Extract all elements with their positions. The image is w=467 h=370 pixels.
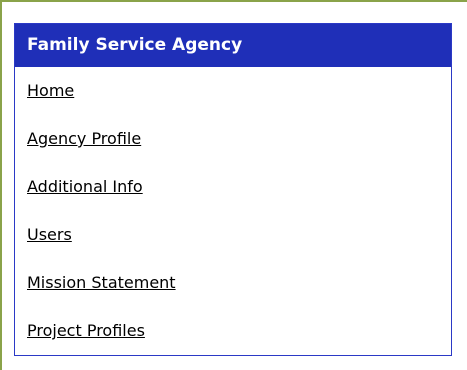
nav-link-additional-info[interactable]: Additional Info <box>27 177 143 196</box>
nav-link-mission-statement[interactable]: Mission Statement <box>27 273 176 292</box>
nav-link-home[interactable]: Home <box>27 81 74 100</box>
nav-link-agency-profile[interactable]: Agency Profile <box>27 129 141 148</box>
frame-top-border <box>0 0 467 2</box>
nav-list: Home Agency Profile Additional Info User… <box>15 67 451 355</box>
nav-item-mission-statement: Mission Statement <box>15 259 451 307</box>
agency-nav-panel: Family Service Agency Home Agency Profil… <box>14 23 452 356</box>
page: Family Service Agency Home Agency Profil… <box>0 0 467 370</box>
nav-link-project-profiles[interactable]: Project Profiles <box>27 321 145 340</box>
nav-item-home: Home <box>15 67 451 115</box>
nav-item-users: Users <box>15 211 451 259</box>
nav-item-project-profiles: Project Profiles <box>15 307 451 355</box>
nav-link-users[interactable]: Users <box>27 225 72 244</box>
nav-item-additional-info: Additional Info <box>15 163 451 211</box>
nav-panel-title: Family Service Agency <box>15 24 451 67</box>
nav-item-agency-profile: Agency Profile <box>15 115 451 163</box>
frame-left-border <box>0 0 2 370</box>
